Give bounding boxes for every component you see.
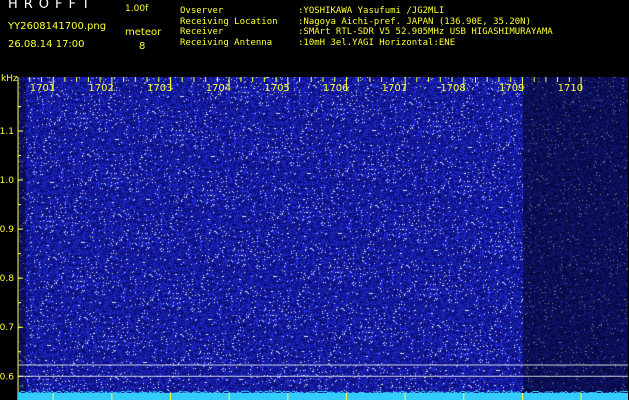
x-tick-label: 1707 — [382, 83, 407, 94]
x-tick-label: 1706 — [323, 83, 348, 94]
x-tick-label: 1701 — [30, 83, 55, 94]
y-tick-label: 1.1 — [0, 127, 14, 137]
y-tick-label: 1.0 — [0, 176, 14, 186]
x-tick-label: 1705 — [264, 83, 289, 94]
y-tick-label: 0.9 — [0, 225, 14, 235]
x-tick-label: 1703 — [147, 83, 172, 94]
x-tick-label: 1709 — [499, 83, 524, 94]
x-tick-label: 1710 — [558, 83, 583, 94]
spectrogram-axes: 1701 1702 1703 1704 1705 1706 1707 1708 1709 1710… — [0, 77, 629, 400]
y-tick-label: 0.6 — [0, 372, 14, 382]
signal-baseline — [18, 393, 628, 400]
x-tick-label: 1702 — [88, 83, 113, 94]
x-tick-label: 1704 — [206, 83, 231, 94]
x-tick-label: 1708 — [440, 83, 465, 94]
y-tick-label: 0.7 — [0, 323, 14, 333]
y-tick-label: 0.8 — [0, 274, 14, 284]
